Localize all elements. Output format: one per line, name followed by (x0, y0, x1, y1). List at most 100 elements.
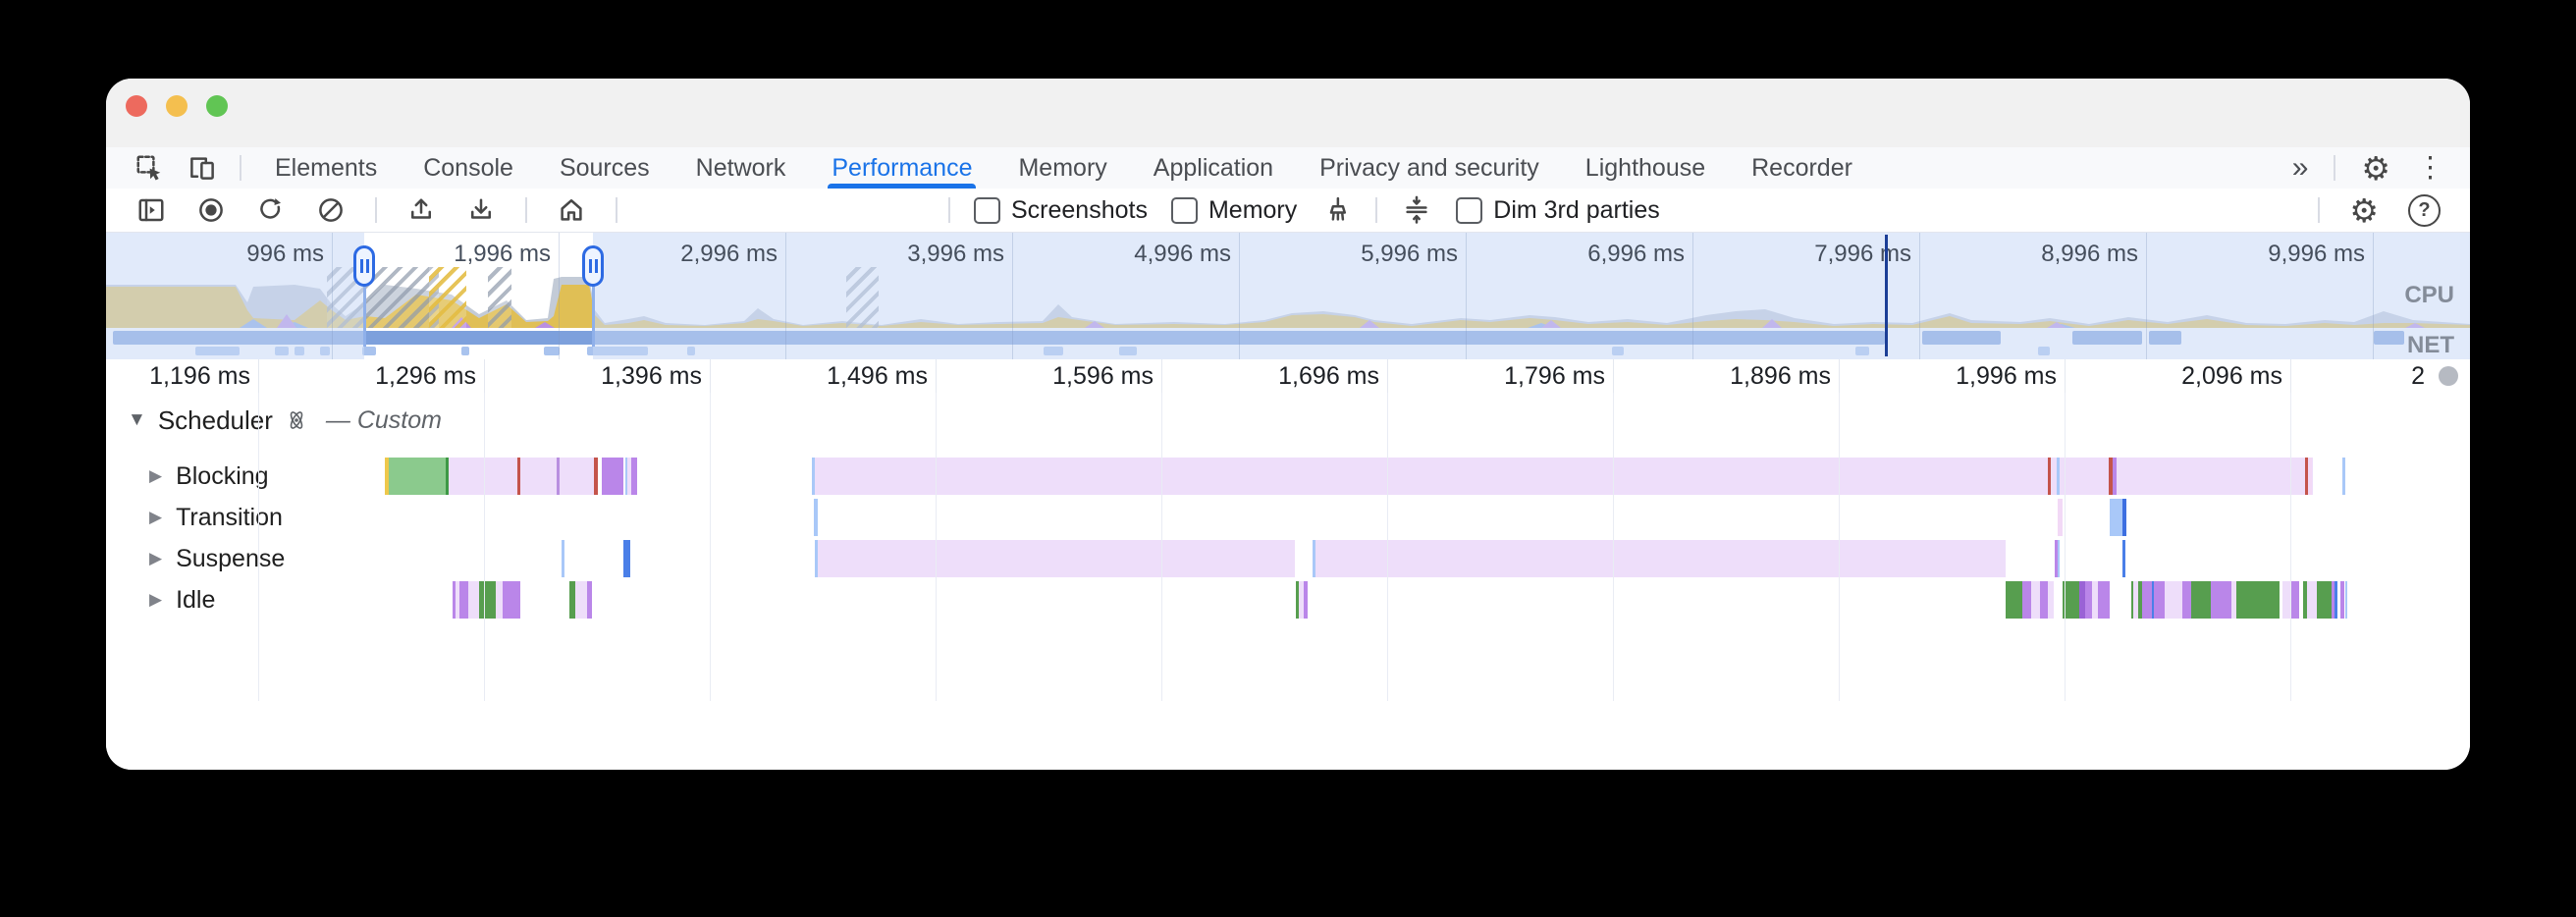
flame-segment-idle[interactable] (468, 581, 479, 619)
flame-segment-idle[interactable] (2022, 581, 2031, 619)
flame-segment-idle[interactable] (2307, 581, 2317, 619)
tab-performance[interactable]: Performance (832, 147, 972, 189)
flame-segment-idle[interactable] (2340, 581, 2344, 619)
flame-segment-idle[interactable] (2282, 581, 2290, 619)
track-row-idle[interactable]: ▶Idle (149, 581, 215, 619)
flame-segment-idle[interactable] (503, 581, 520, 619)
more-tabs-icon[interactable]: » (2292, 151, 2309, 185)
flame-segment-blocking[interactable] (560, 458, 594, 495)
expand-triangle-icon[interactable]: ▼ (128, 409, 146, 431)
flame-segment-idle[interactable] (575, 581, 587, 619)
track-row-transition[interactable]: ▶Transition (149, 499, 283, 536)
collapse-rows-icon[interactable] (1401, 194, 1432, 226)
flame-segment-idle[interactable] (2317, 581, 2332, 619)
live-metrics-home-icon[interactable] (556, 194, 587, 226)
flame-segment-idle[interactable] (2165, 581, 2182, 619)
flame-segment-idle[interactable] (587, 581, 592, 619)
flame-segment-suspense[interactable] (562, 540, 564, 577)
clear-icon[interactable] (315, 194, 347, 226)
upload-profile-icon[interactable] (405, 194, 437, 226)
flame-segment-idle[interactable] (2191, 581, 2211, 619)
capture-settings-gear-icon[interactable]: ⚙ (2349, 194, 2379, 227)
flame-segment-suspense[interactable] (818, 540, 1295, 577)
flame-segment-suspense[interactable] (2122, 540, 2125, 577)
flame-segment-blocking[interactable] (2113, 458, 2117, 495)
dim-3rd-parties-checkbox-box[interactable] (1456, 197, 1482, 224)
tab-privacy-and-security[interactable]: Privacy and security (1319, 147, 1539, 189)
flame-segment-blocking[interactable] (815, 458, 2313, 495)
flame-segment-idle[interactable] (479, 581, 496, 619)
tab-memory[interactable]: Memory (1018, 147, 1106, 189)
flame-segment-idle[interactable] (2154, 581, 2165, 619)
flame-segment-blocking[interactable] (602, 458, 623, 495)
flame-segment-idle[interactable] (2334, 581, 2337, 619)
flame-segment-blocking[interactable] (2057, 458, 2060, 495)
flame-segment-blocking[interactable] (2342, 458, 2345, 495)
tab-recorder[interactable]: Recorder (1751, 147, 1852, 189)
tab-lighthouse[interactable]: Lighthouse (1585, 147, 1705, 189)
flame-segment-idle[interactable] (2236, 581, 2280, 619)
flame-segment-idle[interactable] (459, 581, 468, 619)
timeline-overview[interactable]: 996 ms1,996 ms2,996 ms3,996 ms4,996 ms5,… (106, 232, 2470, 360)
flame-segment-idle[interactable] (2211, 581, 2231, 619)
flame-segment-idle[interactable] (2048, 581, 2054, 619)
track-details-pane[interactable]: ▼ Scheduler — Custom ▶Blocking ▶Transitio… (106, 393, 2470, 703)
scrollbar-thumb[interactable] (2439, 366, 2458, 386)
screenshots-checkbox-box[interactable] (974, 197, 1000, 224)
collapse-triangle-icon[interactable]: ▶ (149, 590, 162, 610)
device-toolbar-icon[interactable] (187, 152, 218, 184)
dim-3rd-parties-checkbox[interactable]: Dim 3rd parties (1456, 196, 1660, 225)
selection-right-handle[interactable] (582, 245, 604, 287)
collect-garbage-icon[interactable] (1320, 194, 1352, 226)
tab-sources[interactable]: Sources (560, 147, 650, 189)
selection-left-handle[interactable] (353, 245, 375, 287)
tab-application[interactable]: Application (1154, 147, 1273, 189)
flame-segment-blocking[interactable] (2048, 458, 2051, 495)
flame-segment-idle[interactable] (2031, 581, 2040, 619)
track-row-blocking[interactable]: ▶Blocking (149, 458, 269, 495)
flame-segment-transition[interactable] (814, 499, 818, 536)
track-row-suspense[interactable]: ▶Suspense (149, 540, 285, 577)
tab-network[interactable]: Network (696, 147, 786, 189)
close-window-button[interactable] (126, 95, 147, 117)
flame-segment-transition[interactable] (2110, 499, 2126, 536)
track-group-header[interactable]: ▼ Scheduler — Custom (128, 403, 442, 438)
flame-segment-idle[interactable] (2290, 581, 2299, 619)
flame-segment-idle[interactable] (1304, 581, 1308, 619)
flame-segment-blocking[interactable] (449, 458, 517, 495)
collapse-triangle-icon[interactable]: ▶ (149, 549, 162, 568)
tab-elements[interactable]: Elements (275, 147, 377, 189)
flame-segment-suspense[interactable] (1315, 540, 2006, 577)
flame-segment-blocking[interactable] (520, 458, 557, 495)
inspect-cursor-icon[interactable] (134, 152, 165, 184)
flame-segment-idle[interactable] (2142, 581, 2152, 619)
flame-segment-idle[interactable] (2345, 581, 2347, 619)
record-and-reload-icon[interactable] (255, 194, 287, 226)
flame-segment-blocking[interactable] (631, 458, 637, 495)
flame-segment-idle[interactable] (2098, 581, 2110, 619)
screenshots-checkbox[interactable]: Screenshots (974, 196, 1148, 225)
flame-segment-blocking[interactable] (2308, 458, 2312, 495)
record-icon[interactable] (195, 194, 227, 226)
memory-checkbox-box[interactable] (1171, 197, 1198, 224)
tab-console[interactable]: Console (423, 147, 513, 189)
minimize-window-button[interactable] (166, 95, 188, 117)
memory-checkbox[interactable]: Memory (1171, 196, 1297, 225)
collapse-triangle-icon[interactable]: ▶ (149, 466, 162, 486)
flame-segment-idle[interactable] (2040, 581, 2048, 619)
flame-segment-idle[interactable] (2006, 581, 2022, 619)
flame-segment-idle[interactable] (2182, 581, 2191, 619)
flame-segment-blocking[interactable] (389, 458, 446, 495)
flame-segment-transition[interactable] (2058, 499, 2063, 536)
collapse-triangle-icon[interactable]: ▶ (149, 508, 162, 527)
flame-segment-blocking[interactable] (594, 458, 598, 495)
download-profile-icon[interactable] (465, 194, 497, 226)
zoom-window-button[interactable] (206, 95, 228, 117)
flame-segment-suspense[interactable] (623, 540, 630, 577)
flame-segment-idle[interactable] (2085, 581, 2092, 619)
flame-segment-idle[interactable] (496, 581, 503, 619)
kebab-menu-icon[interactable]: ⋮ (2416, 154, 2444, 183)
settings-gear-icon[interactable]: ⚙ (2361, 152, 2390, 185)
toggle-sidebar-icon[interactable] (135, 194, 167, 226)
flame-segment-suspense[interactable] (2058, 540, 2060, 577)
